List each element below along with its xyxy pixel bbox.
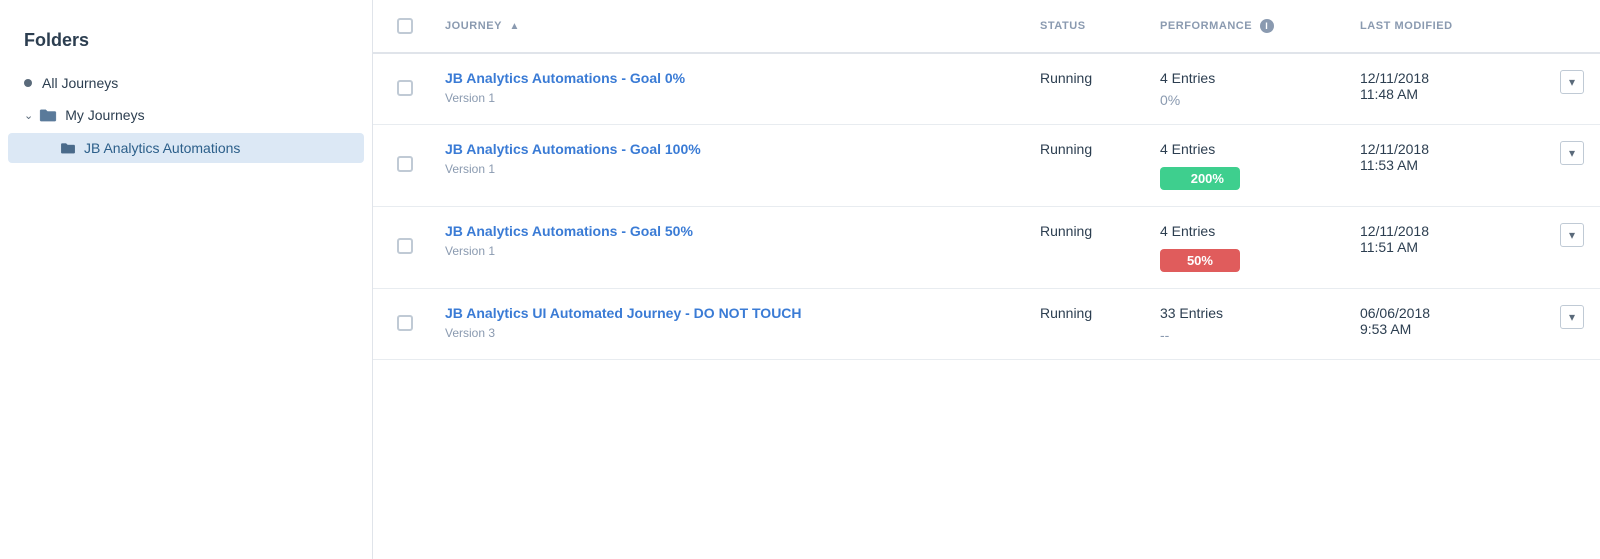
modified-date-0: 12/11/2018 bbox=[1360, 70, 1528, 86]
column-header-journey[interactable]: JOURNEY ▲ bbox=[429, 0, 1024, 53]
row-checkbox-cell bbox=[373, 125, 429, 207]
performance-entries-1: 4 Entries bbox=[1160, 141, 1328, 157]
row-action-cell: ▾ bbox=[1544, 289, 1600, 360]
my-journeys-label: My Journeys bbox=[65, 107, 144, 123]
journey-version-1: Version 1 bbox=[445, 162, 495, 176]
row-modified-cell: 06/06/2018 9:53 AM bbox=[1344, 289, 1544, 360]
row-checkbox-1[interactable] bbox=[397, 156, 413, 172]
row-modified-cell: 12/11/2018 11:51 AM bbox=[1344, 207, 1544, 289]
performance-value-3: -- bbox=[1160, 327, 1328, 343]
all-journeys-label: All Journeys bbox=[42, 75, 118, 91]
select-all-checkbox[interactable] bbox=[397, 18, 413, 34]
journey-link-2[interactable]: JB Analytics Automations - Goal 50% bbox=[445, 223, 1008, 239]
performance-bar-2: 50% bbox=[1160, 249, 1240, 272]
sidebar-title: Folders bbox=[0, 20, 372, 67]
status-column-label: STATUS bbox=[1040, 20, 1086, 32]
journeys-table: JOURNEY ▲ STATUS PERFORMANCE i LAST MODI… bbox=[373, 0, 1600, 360]
modified-time-2: 11:51 AM bbox=[1360, 239, 1528, 255]
row-checkbox-2[interactable] bbox=[397, 238, 413, 254]
status-value-2: Running bbox=[1040, 223, 1092, 239]
row-modified-cell: 12/11/2018 11:53 AM bbox=[1344, 125, 1544, 207]
modified-date-2: 12/11/2018 bbox=[1360, 223, 1528, 239]
row-action-cell: ▾ bbox=[1544, 207, 1600, 289]
status-value-3: Running bbox=[1040, 305, 1092, 321]
sidebar: Folders All Journeys ⌄ My Journeys bbox=[0, 0, 373, 559]
row-action-cell: ▾ bbox=[1544, 125, 1600, 207]
header-checkbox-cell bbox=[373, 0, 429, 53]
row-journey-cell: JB Analytics UI Automated Journey - DO N… bbox=[429, 289, 1024, 360]
modified-date-1: 12/11/2018 bbox=[1360, 141, 1528, 157]
row-action-button-3[interactable]: ▾ bbox=[1560, 305, 1584, 329]
row-action-cell: ▾ bbox=[1544, 53, 1600, 125]
sidebar-item-jb-analytics-automations[interactable]: JB Analytics Automations bbox=[8, 133, 364, 163]
row-journey-cell: JB Analytics Automations - Goal 50% Vers… bbox=[429, 207, 1024, 289]
sort-icon: ▲ bbox=[509, 21, 519, 32]
modified-time-1: 11:53 AM bbox=[1360, 157, 1528, 173]
row-performance-cell: 4 Entries 50% bbox=[1144, 207, 1344, 289]
row-status-cell: Running bbox=[1024, 207, 1144, 289]
row-checkbox-0[interactable] bbox=[397, 80, 413, 96]
performance-value-0: 0% bbox=[1160, 92, 1328, 108]
performance-bar-1: 200% bbox=[1160, 167, 1240, 190]
journey-link-0[interactable]: JB Analytics Automations - Goal 0% bbox=[445, 70, 1008, 86]
column-header-status: STATUS bbox=[1024, 0, 1144, 53]
folder-icon bbox=[39, 108, 57, 122]
table-header-row: JOURNEY ▲ STATUS PERFORMANCE i LAST MODI… bbox=[373, 0, 1600, 53]
row-performance-cell: 4 Entries 200% bbox=[1144, 125, 1344, 207]
row-journey-cell: JB Analytics Automations - Goal 0% Versi… bbox=[429, 53, 1024, 125]
sidebar-nav: All Journeys ⌄ My Journeys JB Analytics … bbox=[0, 67, 372, 163]
row-action-button-1[interactable]: ▾ bbox=[1560, 141, 1584, 165]
modified-time-3: 9:53 AM bbox=[1360, 321, 1528, 337]
row-journey-cell: JB Analytics Automations - Goal 100% Ver… bbox=[429, 125, 1024, 207]
row-checkbox-cell bbox=[373, 207, 429, 289]
table-row: JB Analytics UI Automated Journey - DO N… bbox=[373, 289, 1600, 360]
column-header-action bbox=[1544, 0, 1600, 53]
sidebar-item-my-journeys[interactable]: ⌄ My Journeys bbox=[0, 99, 372, 131]
column-header-performance: PERFORMANCE i bbox=[1144, 0, 1344, 53]
row-status-cell: Running bbox=[1024, 125, 1144, 207]
performance-entries-0: 4 Entries bbox=[1160, 70, 1328, 86]
journey-version-3: Version 3 bbox=[445, 326, 495, 340]
subfolder-folder-icon bbox=[60, 142, 76, 154]
journey-column-label: JOURNEY bbox=[445, 20, 502, 32]
last-modified-column-label: LAST MODIFIED bbox=[1360, 20, 1453, 32]
status-value-1: Running bbox=[1040, 141, 1092, 157]
row-status-cell: Running bbox=[1024, 289, 1144, 360]
modified-date-3: 06/06/2018 bbox=[1360, 305, 1528, 321]
performance-entries-2: 4 Entries bbox=[1160, 223, 1328, 239]
journey-version-2: Version 1 bbox=[445, 244, 495, 258]
main-content: JOURNEY ▲ STATUS PERFORMANCE i LAST MODI… bbox=[373, 0, 1600, 559]
row-performance-cell: 4 Entries 0% bbox=[1144, 53, 1344, 125]
performance-info-icon[interactable]: i bbox=[1260, 19, 1274, 33]
chevron-down-icon: ⌄ bbox=[24, 109, 33, 122]
row-action-button-2[interactable]: ▾ bbox=[1560, 223, 1584, 247]
row-action-button-0[interactable]: ▾ bbox=[1560, 70, 1584, 94]
table-row: JB Analytics Automations - Goal 100% Ver… bbox=[373, 125, 1600, 207]
row-checkbox-3[interactable] bbox=[397, 315, 413, 331]
journey-link-3[interactable]: JB Analytics UI Automated Journey - DO N… bbox=[445, 305, 1008, 321]
sidebar-item-all-journeys[interactable]: All Journeys bbox=[0, 67, 372, 99]
table-row: JB Analytics Automations - Goal 50% Vers… bbox=[373, 207, 1600, 289]
row-modified-cell: 12/11/2018 11:48 AM bbox=[1344, 53, 1544, 125]
performance-entries-3: 33 Entries bbox=[1160, 305, 1328, 321]
bullet-icon bbox=[24, 79, 32, 87]
row-status-cell: Running bbox=[1024, 53, 1144, 125]
subfolder-label: JB Analytics Automations bbox=[84, 140, 240, 156]
journey-version-0: Version 1 bbox=[445, 91, 495, 105]
status-value-0: Running bbox=[1040, 70, 1092, 86]
performance-column-label: PERFORMANCE bbox=[1160, 20, 1252, 32]
modified-time-0: 11:48 AM bbox=[1360, 86, 1528, 102]
row-checkbox-cell bbox=[373, 289, 429, 360]
table-row: JB Analytics Automations - Goal 0% Versi… bbox=[373, 53, 1600, 125]
column-header-last-modified: LAST MODIFIED bbox=[1344, 0, 1544, 53]
row-checkbox-cell bbox=[373, 53, 429, 125]
row-performance-cell: 33 Entries -- bbox=[1144, 289, 1344, 360]
journey-link-1[interactable]: JB Analytics Automations - Goal 100% bbox=[445, 141, 1008, 157]
